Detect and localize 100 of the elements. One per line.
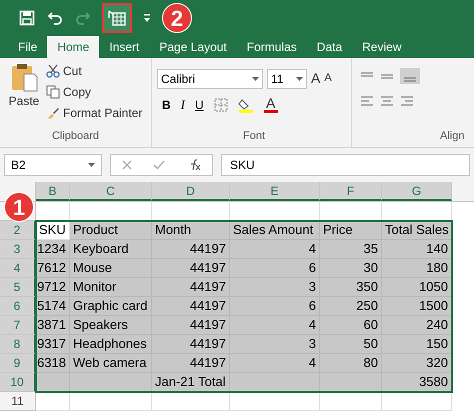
format-painter-button[interactable]: Format Painter xyxy=(46,104,142,122)
paste-button[interactable]: Paste xyxy=(8,62,40,128)
ribbon-tab[interactable]: Home xyxy=(47,36,100,58)
table-cell: 1234 xyxy=(36,240,70,259)
save-icon xyxy=(19,10,35,26)
ribbon-tab[interactable]: Insert xyxy=(99,36,150,58)
row-header[interactable]: 6 xyxy=(0,297,36,316)
table-cell: 180 xyxy=(382,259,452,278)
copy-button[interactable]: Copy xyxy=(46,83,142,101)
table-cell: 50 xyxy=(320,335,382,354)
table-cell: Monitor xyxy=(70,278,152,297)
redo-icon xyxy=(75,10,91,26)
align-bottom-icon xyxy=(400,68,420,84)
name-box[interactable]: B2 xyxy=(4,154,102,176)
table-cell: 44197 xyxy=(152,354,230,373)
table-cell: 44197 xyxy=(152,259,230,278)
font-color-button[interactable]: A xyxy=(264,96,278,114)
caret-icon xyxy=(296,76,303,80)
table-cell: Product xyxy=(70,221,152,240)
align-middle-icon xyxy=(380,72,394,80)
check-icon xyxy=(153,160,166,170)
row-header[interactable]: 10 xyxy=(0,373,36,392)
undo-icon xyxy=(47,10,63,26)
row-header[interactable]: 7 xyxy=(0,316,36,335)
table-cell: 140 xyxy=(382,240,452,259)
column-header[interactable]: D xyxy=(152,182,230,201)
fill-color-icon xyxy=(238,96,254,113)
table-cell: Month xyxy=(152,221,230,240)
table-cell: Price xyxy=(320,221,382,240)
table-cell: 240 xyxy=(382,316,452,335)
table-cell: 1050 xyxy=(382,278,452,297)
table-cell: 4 xyxy=(230,354,320,373)
shrink-font-button[interactable]: A xyxy=(324,70,332,87)
ribbon-tab[interactable]: File xyxy=(8,36,48,58)
group-label: Font xyxy=(242,128,266,144)
row-header[interactable]: 4 xyxy=(0,259,36,278)
table-cell: 44197 xyxy=(152,278,230,297)
grow-font-button[interactable]: A xyxy=(311,68,320,89)
table-cell: 320 xyxy=(382,354,452,373)
column-header[interactable]: G xyxy=(382,182,452,201)
table-cell: Sales Amount xyxy=(230,221,320,240)
table-cell: 9317 xyxy=(36,335,70,354)
row-header[interactable]: 3 xyxy=(0,240,36,259)
column-header[interactable]: F xyxy=(320,182,382,201)
table-cell: 9712 xyxy=(36,278,70,297)
table-cell: 3580 xyxy=(382,373,452,392)
table-cell: 44197 xyxy=(152,297,230,316)
row-header[interactable]: 9 xyxy=(0,354,36,373)
row-header[interactable]: 11 xyxy=(0,392,36,411)
copy-icon xyxy=(46,85,60,99)
ribbon-tab[interactable]: Review xyxy=(352,36,412,58)
clipboard-icon xyxy=(10,62,38,92)
table-cell xyxy=(36,392,70,411)
table-cell: 3 xyxy=(230,278,320,297)
table-cell: 150 xyxy=(382,335,452,354)
row-header[interactable]: 5 xyxy=(0,278,36,297)
group-label: Clipboard xyxy=(50,128,100,144)
cancel-icon xyxy=(122,160,132,170)
row-header[interactable]: 2 xyxy=(0,221,36,240)
table-cell: 44197 xyxy=(152,335,230,354)
table-cell: Speakers xyxy=(70,316,152,335)
cut-button[interactable]: Cut xyxy=(46,62,142,80)
table-cell: Jan-21 Total xyxy=(152,373,230,392)
font-size-field[interactable]: 11 xyxy=(267,68,307,88)
formula-field[interactable]: SKU xyxy=(221,154,470,176)
ribbon-tab[interactable]: Data xyxy=(306,36,352,58)
caret-icon xyxy=(252,76,259,80)
row-header[interactable]: 8 xyxy=(0,335,36,354)
table-cell: 80 xyxy=(320,354,382,373)
table-button[interactable] xyxy=(102,3,132,33)
table-cell: 30 xyxy=(320,259,382,278)
ribbon-tab[interactable]: Page Layout xyxy=(149,36,237,58)
table-cell: Web camera xyxy=(70,354,152,373)
table-cell: 4 xyxy=(230,240,320,259)
italic-button[interactable]: I xyxy=(180,95,186,114)
column-header[interactable]: B xyxy=(36,182,70,201)
bold-button[interactable]: B xyxy=(162,96,171,114)
table-icon xyxy=(108,9,126,27)
scissors-icon xyxy=(46,64,60,78)
table-cell: 60 xyxy=(320,316,382,335)
borders-icon xyxy=(214,98,228,112)
underline-button[interactable]: U xyxy=(195,96,204,114)
table-cell: 6 xyxy=(230,297,320,316)
table-cell xyxy=(382,392,452,411)
table-cell: 4 xyxy=(230,316,320,335)
group-label: Align xyxy=(439,128,466,144)
align-center-icon xyxy=(380,96,394,107)
caret-icon xyxy=(88,163,95,167)
column-header[interactable]: E xyxy=(230,182,320,201)
table-cell: Mouse xyxy=(70,259,152,278)
table-cell xyxy=(36,373,70,392)
table-cell: Total Sales xyxy=(382,221,452,240)
table-cell: 44197 xyxy=(152,240,230,259)
table-cell: 35 xyxy=(320,240,382,259)
font-name-field[interactable]: Calibri xyxy=(157,68,263,88)
table-cell xyxy=(320,392,382,411)
column-header[interactable]: C xyxy=(70,182,152,201)
table-cell: Headphones xyxy=(70,335,152,354)
ribbon-tab[interactable]: Formulas xyxy=(236,36,307,58)
table-cell: 6318 xyxy=(36,354,70,373)
